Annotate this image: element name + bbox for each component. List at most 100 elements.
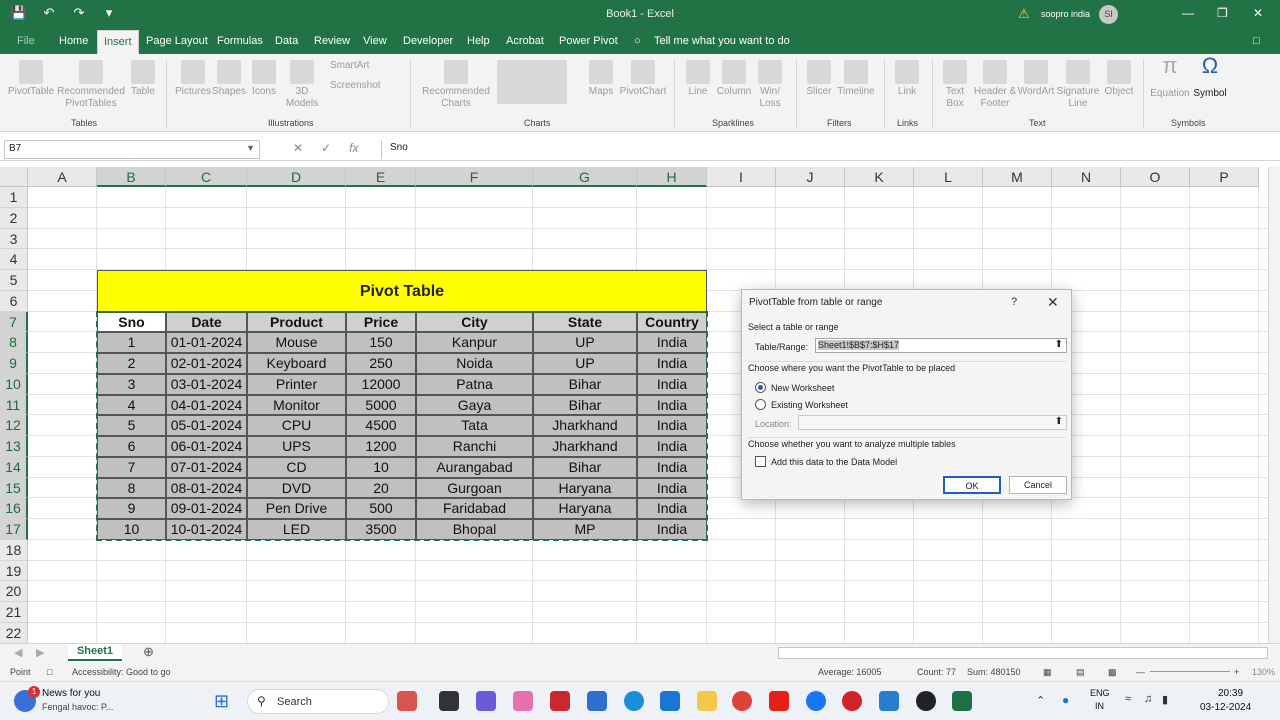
tell-me-search[interactable]: Tell me what you want to do bbox=[654, 35, 790, 47]
table-cell[interactable]: 500 bbox=[346, 498, 416, 519]
tab-insert[interactable]: Insert bbox=[97, 30, 139, 54]
dialog-close-icon[interactable]: ✕ bbox=[1047, 294, 1059, 311]
table-cell[interactable]: 12000 bbox=[346, 373, 416, 395]
app-icon-dark[interactable] bbox=[916, 691, 936, 711]
pivotchart-button[interactable]: PivotChart bbox=[618, 60, 668, 98]
table-cell[interactable]: Bihar bbox=[533, 456, 637, 478]
column-header-p[interactable]: P bbox=[1190, 167, 1259, 187]
column-header-d[interactable]: D bbox=[247, 167, 346, 187]
column-header-b[interactable]: B bbox=[97, 167, 166, 187]
column-header-g[interactable]: G bbox=[533, 167, 637, 187]
tab-help[interactable]: Help bbox=[467, 35, 490, 47]
name-box[interactable]: B7 ▼ bbox=[4, 140, 260, 159]
column-header-k[interactable]: K bbox=[845, 167, 914, 187]
restore-icon[interactable]: ❐ bbox=[1217, 6, 1228, 20]
header-cell-product[interactable]: Product bbox=[247, 311, 346, 333]
table-cell[interactable]: Aurangabad bbox=[416, 456, 533, 478]
table-cell[interactable]: 1200 bbox=[346, 436, 416, 457]
table-cell[interactable]: 4 bbox=[97, 394, 166, 416]
table-cell[interactable]: 01-01-2024 bbox=[166, 332, 247, 353]
table-cell[interactable]: Haryana bbox=[533, 498, 637, 519]
select-all-corner[interactable] bbox=[0, 167, 28, 187]
table-cell[interactable]: Keyboard bbox=[247, 353, 346, 374]
taskbar-search[interactable]: ⚲ Search bbox=[247, 689, 389, 714]
table-cell[interactable]: Bihar bbox=[533, 373, 637, 395]
table-cell[interactable]: CD bbox=[247, 456, 346, 478]
row-header-21[interactable]: 21 bbox=[0, 602, 28, 623]
table-cell[interactable]: Printer bbox=[247, 373, 346, 395]
table-cell[interactable]: Pen Drive bbox=[247, 498, 346, 519]
table-cell[interactable]: Gaya bbox=[416, 394, 533, 416]
table-cell[interactable]: India bbox=[637, 373, 707, 395]
table-cell[interactable]: 1 bbox=[97, 332, 166, 353]
sparkline-column-button[interactable]: Column bbox=[715, 60, 753, 98]
table-cell[interactable]: 6 bbox=[97, 436, 166, 457]
textbox-button[interactable]: Text Box bbox=[938, 60, 972, 110]
row-header-11[interactable]: 11 bbox=[0, 394, 28, 416]
horizontal-scrollbar[interactable] bbox=[778, 647, 1268, 659]
table-cell[interactable]: UPS bbox=[247, 436, 346, 457]
row-header-1[interactable]: 1 bbox=[0, 187, 28, 208]
screenshot-button[interactable]: Screenshot bbox=[330, 80, 400, 92]
table-cell[interactable]: Gurgoan bbox=[416, 477, 533, 499]
table-cell[interactable]: Kanpur bbox=[416, 332, 533, 353]
user-name[interactable]: soopro india bbox=[1041, 9, 1090, 19]
tab-power-pivot[interactable]: Power Pivot bbox=[559, 35, 618, 47]
existing-worksheet-radio[interactable] bbox=[755, 399, 766, 410]
location-input[interactable]: ⬆ bbox=[798, 415, 1067, 430]
row-header-16[interactable]: 16 bbox=[0, 498, 28, 519]
table-cell[interactable]: 10-01-2024 bbox=[166, 519, 247, 540]
page-break-view-icon[interactable]: ▩ bbox=[1108, 667, 1117, 678]
table-cell[interactable]: UP bbox=[533, 353, 637, 374]
table-cell[interactable]: India bbox=[637, 353, 707, 374]
table-cell[interactable]: 150 bbox=[346, 332, 416, 353]
sparkline-winloss-button[interactable]: Win/ Loss bbox=[754, 60, 786, 110]
youtube-icon[interactable] bbox=[769, 691, 789, 711]
symbol-button[interactable]: Ω Symbol bbox=[1190, 55, 1230, 100]
pictures-button[interactable]: Pictures bbox=[173, 60, 213, 98]
excel-icon[interactable] bbox=[952, 691, 972, 711]
tab-acrobat[interactable]: Acrobat bbox=[506, 35, 544, 47]
table-cell[interactable]: India bbox=[637, 415, 707, 436]
column-header-c[interactable]: C bbox=[166, 167, 247, 187]
teams-icon[interactable] bbox=[476, 691, 496, 711]
header-cell-date[interactable]: Date bbox=[166, 311, 247, 333]
table-cell[interactable]: DVD bbox=[247, 477, 346, 499]
normal-view-icon[interactable]: ▦ bbox=[1043, 667, 1052, 678]
chart-types-gallery[interactable] bbox=[492, 60, 572, 110]
column-header-h[interactable]: H bbox=[637, 167, 707, 187]
new-worksheet-radio[interactable] bbox=[755, 382, 766, 393]
row-header-15[interactable]: 15 bbox=[0, 477, 28, 499]
pivot-table-title[interactable]: Pivot Table bbox=[97, 270, 707, 312]
volume-icon[interactable]: ♫ bbox=[1144, 693, 1152, 705]
row-header-3[interactable]: 3 bbox=[0, 228, 28, 250]
header-cell-country[interactable]: Country bbox=[637, 311, 707, 333]
table-cell[interactable]: 4500 bbox=[346, 415, 416, 436]
table-cell[interactable]: 250 bbox=[346, 353, 416, 374]
table-cell[interactable]: 09-01-2024 bbox=[166, 498, 247, 519]
language-region[interactable]: IN bbox=[1095, 701, 1104, 711]
new-sheet-icon[interactable]: ⊕ bbox=[143, 644, 154, 660]
opera-icon[interactable] bbox=[842, 691, 862, 711]
accessibility-status[interactable]: Accessibility: Good to go bbox=[72, 667, 171, 677]
table-cell[interactable]: Jharkhand bbox=[533, 415, 637, 436]
column-header-e[interactable]: E bbox=[346, 167, 416, 187]
row-header-13[interactable]: 13 bbox=[0, 436, 28, 457]
store-icon[interactable] bbox=[587, 691, 607, 711]
table-cell[interactable]: UP bbox=[533, 332, 637, 353]
worksheet-grid[interactable]: A B C D E F G H I J K L M N O P 1 2 3 4 5 6 7 8 9 10 11 12 13 14 15 16 1… bbox=[0, 167, 1268, 643]
table-cell[interactable]: Bihar bbox=[533, 394, 637, 416]
table-cell[interactable]: 2 bbox=[97, 353, 166, 374]
chevron-up-icon[interactable]: ⌃ bbox=[1036, 694, 1045, 707]
wifi-icon[interactable]: ≈ bbox=[1125, 693, 1131, 705]
zoom-slider[interactable] bbox=[1150, 671, 1230, 672]
page-layout-view-icon[interactable]: ▤ bbox=[1076, 667, 1085, 678]
tab-formulas[interactable]: Formulas bbox=[217, 35, 263, 47]
table-cell[interactable]: 20 bbox=[346, 477, 416, 499]
comments-icon[interactable]: □ bbox=[1253, 35, 1260, 47]
vertical-scrollbar[interactable] bbox=[1268, 167, 1280, 643]
column-header-l[interactable]: L bbox=[914, 167, 983, 187]
file-explorer-icon[interactable] bbox=[697, 691, 717, 711]
tab-page-layout[interactable]: Page Layout bbox=[146, 35, 208, 47]
scroll-right-icon[interactable]: ▶ bbox=[36, 646, 44, 659]
